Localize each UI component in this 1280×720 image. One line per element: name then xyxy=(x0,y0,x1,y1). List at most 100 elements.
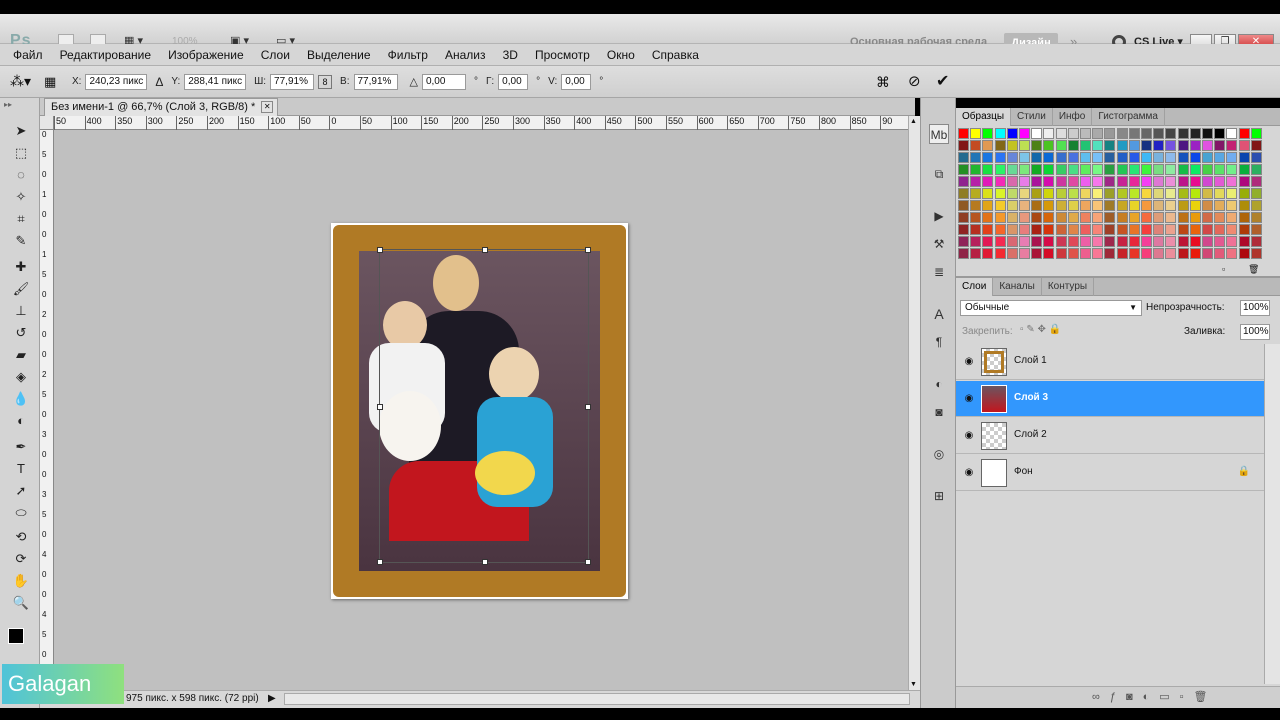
swatch[interactable] xyxy=(1202,248,1213,259)
kuler-panel-icon[interactable]: ◎ xyxy=(929,444,949,464)
scroll-down-icon[interactable]: ▼ xyxy=(910,681,917,688)
tool-presets-panel-icon[interactable]: ⚒ xyxy=(929,234,949,254)
swatch[interactable] xyxy=(958,188,969,199)
scroll-up-icon[interactable]: ▲ xyxy=(910,118,917,125)
swatch[interactable] xyxy=(1080,152,1091,163)
swatch[interactable] xyxy=(1165,188,1177,199)
swatch[interactable] xyxy=(970,140,982,151)
tab-paths[interactable]: Контуры xyxy=(1042,278,1095,296)
swatch[interactable] xyxy=(1080,188,1091,199)
swatch[interactable] xyxy=(1153,248,1165,259)
swatch[interactable] xyxy=(1092,224,1104,235)
swatch[interactable] xyxy=(1226,164,1238,175)
swatch[interactable] xyxy=(1202,140,1213,151)
swatch[interactable] xyxy=(1006,212,1018,223)
swatch[interactable] xyxy=(1226,212,1238,223)
swatch[interactable] xyxy=(1141,164,1152,175)
blur-tool-icon[interactable]: 💧 xyxy=(12,390,30,408)
swatch[interactable] xyxy=(1043,200,1055,211)
swatch[interactable] xyxy=(1128,164,1140,175)
swatch[interactable] xyxy=(1080,236,1091,247)
eye-icon[interactable]: ◉ xyxy=(962,392,976,406)
tab-info[interactable]: Инфо xyxy=(1053,108,1093,126)
crop-tool-icon[interactable]: ⌗ xyxy=(12,210,30,228)
tab-swatches[interactable]: Образцы xyxy=(956,108,1012,126)
swatch[interactable] xyxy=(1177,224,1189,235)
swatch[interactable] xyxy=(1238,224,1250,235)
menu-file[interactable]: Файл xyxy=(6,44,50,66)
swatch[interactable] xyxy=(1128,224,1140,235)
close-document-icon[interactable]: ✕ xyxy=(261,101,274,113)
menu-help[interactable]: Справка xyxy=(645,44,706,66)
width-field[interactable]: 77,91% xyxy=(270,73,315,90)
swatch[interactable] xyxy=(1250,128,1262,139)
swatch[interactable] xyxy=(1177,128,1189,139)
swatch[interactable] xyxy=(1141,236,1152,247)
swatch[interactable] xyxy=(1128,128,1140,139)
swatch[interactable] xyxy=(1104,212,1116,223)
swatch[interactable] xyxy=(1177,188,1189,199)
transform-handle[interactable] xyxy=(377,404,383,410)
3d-rotate-tool-icon[interactable]: ⟲ xyxy=(12,528,30,546)
swatch[interactable] xyxy=(1141,200,1152,211)
swatch[interactable] xyxy=(1116,224,1128,235)
swatch[interactable] xyxy=(1238,128,1250,139)
swatch[interactable] xyxy=(1031,212,1043,223)
swatch[interactable] xyxy=(1189,140,1201,151)
swatch[interactable] xyxy=(1031,128,1043,139)
transform-handle[interactable] xyxy=(482,559,488,565)
swatch[interactable] xyxy=(1116,200,1128,211)
canvas-area[interactable] xyxy=(54,130,908,690)
swatch[interactable] xyxy=(1019,200,1030,211)
menu-select[interactable]: Выделение xyxy=(300,44,378,66)
horizontal-scrollbar[interactable] xyxy=(284,693,910,705)
swatch[interactable] xyxy=(1153,128,1165,139)
swatch[interactable] xyxy=(982,212,994,223)
swatch[interactable] xyxy=(982,224,994,235)
swatch[interactable] xyxy=(1214,140,1226,151)
swatch[interactable] xyxy=(1238,176,1250,187)
layer-row[interactable]: ◉ Слой 3 xyxy=(956,381,1264,417)
swatch[interactable] xyxy=(1006,164,1018,175)
transform-handle[interactable] xyxy=(585,559,591,565)
swatch[interactable] xyxy=(1141,140,1152,151)
menu-layers[interactable]: Слои xyxy=(254,44,297,66)
swatch[interactable] xyxy=(1153,236,1165,247)
swatch[interactable] xyxy=(958,236,969,247)
swatch[interactable] xyxy=(1019,248,1030,259)
swatch[interactable] xyxy=(1031,236,1043,247)
swatch[interactable] xyxy=(1031,200,1043,211)
swatch[interactable] xyxy=(1019,128,1030,139)
x-field[interactable]: 240,23 пикс xyxy=(85,73,148,90)
y-field[interactable]: 288,41 пикс xyxy=(184,73,247,90)
swatch[interactable] xyxy=(1116,212,1128,223)
vertical-skew-field[interactable]: 0,00 xyxy=(561,73,592,90)
swatch[interactable] xyxy=(1165,224,1177,235)
swatch[interactable] xyxy=(1153,212,1165,223)
layer-row[interactable]: ◉ Слой 2 xyxy=(956,418,1264,454)
layers-scrollbar[interactable] xyxy=(1264,344,1280,684)
swatch[interactable] xyxy=(994,128,1006,139)
tools-collapse-icon[interactable]: ▸▸ xyxy=(4,100,12,109)
swatch[interactable] xyxy=(1128,140,1140,151)
swatch[interactable] xyxy=(1177,164,1189,175)
history-brush-tool-icon[interactable]: ↺ xyxy=(12,324,30,342)
swatch[interactable] xyxy=(1226,176,1238,187)
swatch[interactable] xyxy=(1202,188,1213,199)
swatch[interactable] xyxy=(1177,140,1189,151)
swatch[interactable] xyxy=(1153,152,1165,163)
swatch[interactable] xyxy=(1214,236,1226,247)
swatch[interactable] xyxy=(1043,152,1055,163)
actions-panel-icon[interactable]: ▶ xyxy=(929,206,949,226)
horizontal-skew-field[interactable]: 0,00 xyxy=(498,73,529,90)
eraser-tool-icon[interactable]: ▰ xyxy=(12,346,30,364)
menu-analysis[interactable]: Анализ xyxy=(438,44,493,66)
swatch[interactable] xyxy=(1006,200,1018,211)
swatch[interactable] xyxy=(1189,200,1201,211)
dodge-tool-icon[interactable]: ◐ xyxy=(12,412,30,430)
lock-icons[interactable]: ▫ ✎ ✥ 🔒 xyxy=(1020,324,1061,335)
swatch[interactable] xyxy=(1043,236,1055,247)
swatch[interactable] xyxy=(970,200,982,211)
swatch[interactable] xyxy=(1153,140,1165,151)
swatch[interactable] xyxy=(994,164,1006,175)
